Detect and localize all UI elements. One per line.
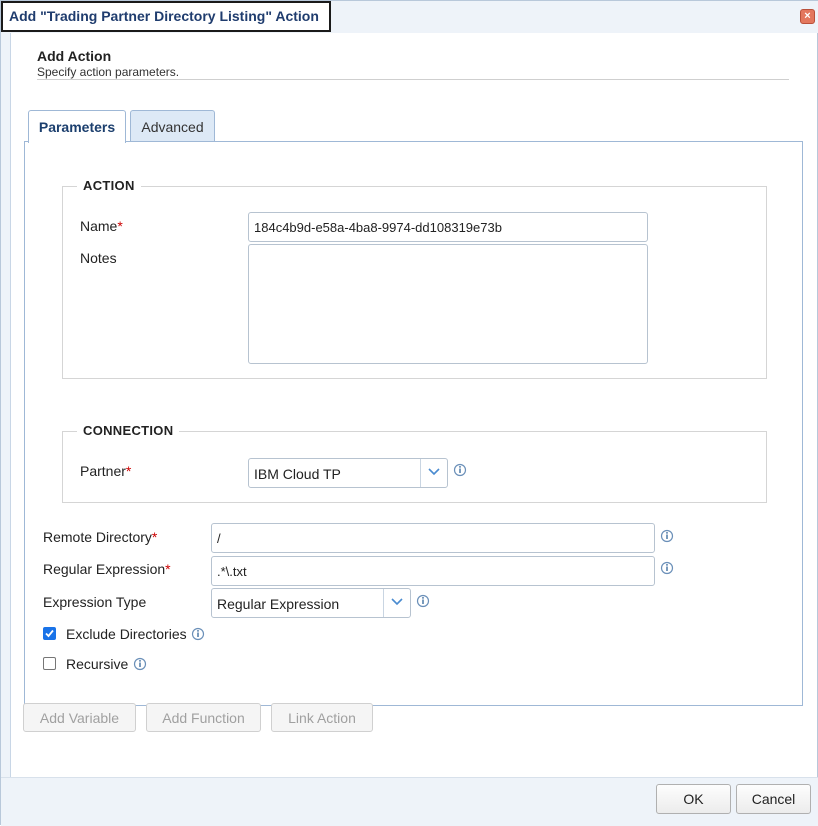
chevron-down-icon[interactable] — [420, 459, 447, 487]
checkmark-icon — [45, 629, 54, 638]
regex-label: Regular Expression* — [43, 561, 171, 577]
regex-input[interactable]: .*\.txt — [211, 556, 655, 586]
page-subtitle: Specify action parameters. — [37, 65, 180, 79]
tab-advanced[interactable]: Advanced — [130, 110, 215, 142]
exclude-directories-label[interactable]: Exclude Directories — [66, 626, 187, 642]
info-icon[interactable] — [133, 657, 147, 671]
chevron-down-icon[interactable] — [383, 589, 410, 617]
remote-directory-input[interactable]: / — [211, 523, 655, 553]
info-icon[interactable] — [660, 561, 674, 575]
required-marker: * — [117, 218, 123, 234]
dialog-content: Add Action Specify action parameters. Pa… — [10, 33, 817, 777]
parameters-panel: ACTION Name* 184c4b9d-e58a-4ba8-9974-dd1… — [24, 141, 803, 706]
info-icon[interactable] — [191, 627, 205, 641]
recursive-label[interactable]: Recursive — [66, 656, 128, 672]
dialog-title: Add "Trading Partner Directory Listing" … — [1, 1, 331, 32]
notes-textarea[interactable] — [248, 244, 648, 364]
partner-label: Partner* — [80, 463, 132, 479]
name-input[interactable]: 184c4b9d-e58a-4ba8-9974-dd108319e73b — [248, 212, 648, 242]
info-icon[interactable] — [453, 463, 467, 477]
add-variable-button[interactable]: Add Variable — [23, 703, 136, 732]
close-icon[interactable]: × — [800, 9, 815, 24]
required-marker: * — [151, 529, 158, 545]
name-label: Name* — [80, 218, 123, 234]
recursive-checkbox[interactable] — [43, 657, 56, 670]
dialog-window: Add "Trading Partner Directory Listing" … — [0, 0, 818, 826]
expression-type-label: Expression Type — [43, 594, 147, 610]
required-marker: * — [125, 463, 132, 479]
title-bar: Add "Trading Partner Directory Listing" … — [1, 1, 818, 33]
partner-select-value: IBM Cloud TP — [254, 466, 341, 482]
header-divider — [37, 79, 789, 80]
page-title: Add Action — [37, 48, 112, 64]
add-function-button[interactable]: Add Function — [146, 703, 261, 732]
tab-parameters[interactable]: Parameters — [28, 110, 126, 143]
notes-label: Notes — [80, 250, 117, 266]
expression-type-select[interactable]: Regular Expression — [211, 588, 411, 618]
info-icon[interactable] — [660, 529, 674, 543]
cancel-button[interactable]: Cancel — [736, 784, 811, 814]
ok-button[interactable]: OK — [656, 784, 731, 814]
expression-type-value: Regular Expression — [217, 596, 340, 612]
connection-legend: CONNECTION — [77, 423, 180, 438]
partner-select[interactable]: IBM Cloud TP — [248, 458, 448, 488]
exclude-directories-checkbox[interactable] — [43, 627, 56, 640]
required-marker: * — [165, 561, 171, 577]
link-action-button[interactable]: Link Action — [271, 703, 373, 732]
remote-directory-label: Remote Directory* — [43, 529, 158, 545]
action-legend: ACTION — [77, 178, 141, 193]
info-icon[interactable] — [416, 594, 430, 608]
